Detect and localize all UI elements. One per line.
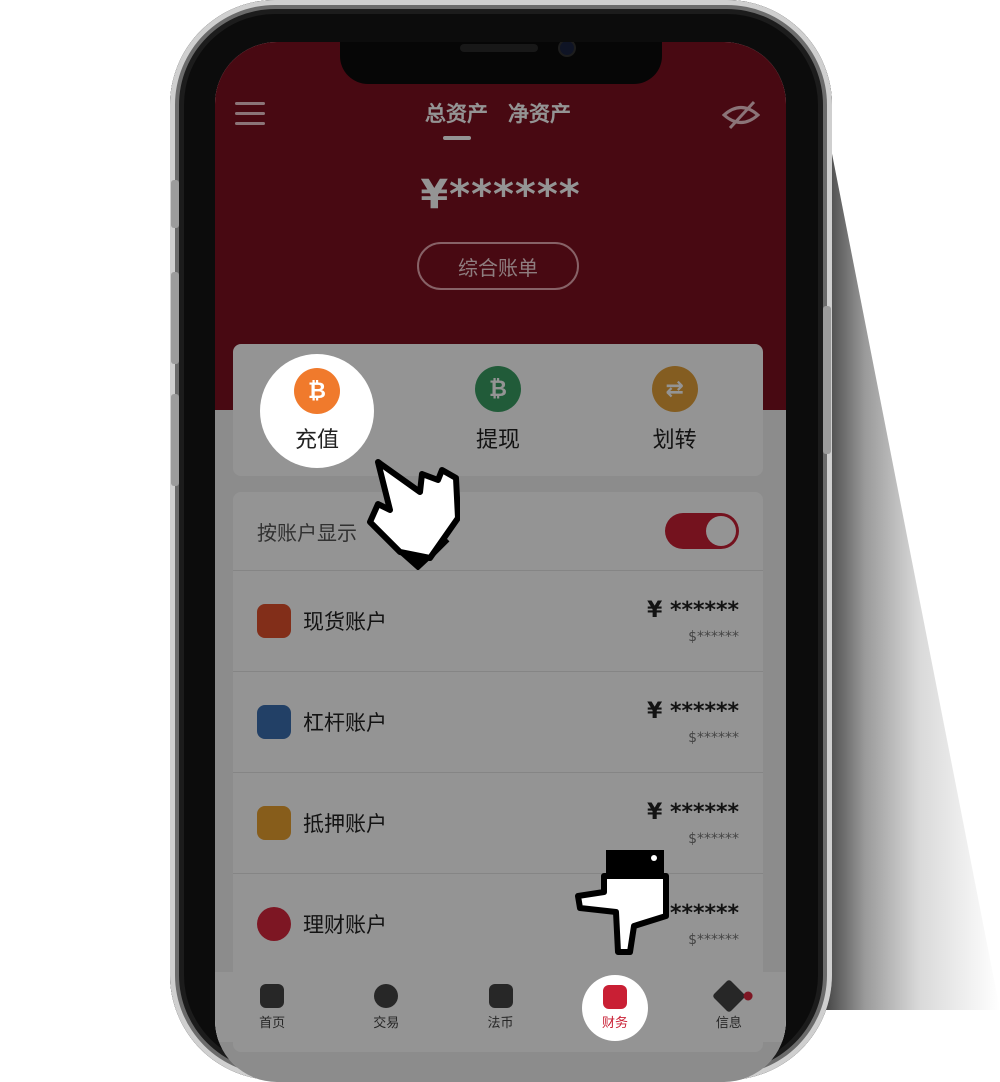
tab-label: 法币: [487, 1016, 514, 1031]
camera: [560, 42, 574, 55]
deposit-highlight[interactable]: ₿ 充值: [260, 354, 374, 468]
account-cny-value: ¥ ******: [647, 698, 739, 724]
tab-label: 交易: [373, 1016, 400, 1031]
app-screen: 总资产 净资产 ¥****** 综合账单 ₿ 充值 ₿ 提现 ⇄ 划转 按账户显…: [215, 42, 786, 1082]
phone-notch: [340, 42, 662, 84]
speaker: [460, 44, 538, 52]
phone-shadow: [820, 120, 1000, 1010]
list-item[interactable]: 理财账户 ¥ ****** $******: [233, 874, 763, 975]
account-name: 抵押账户: [303, 812, 387, 836]
list-item[interactable]: 现货账户 ¥ ****** $******: [233, 571, 763, 672]
combined-bill-button[interactable]: 综合账单: [417, 242, 579, 290]
list-item[interactable]: 抵押账户 ¥ ****** $******: [233, 773, 763, 874]
account-toggle-label: 按账户显示: [257, 520, 357, 545]
asset-tabs: 总资产 净资产: [425, 98, 571, 140]
account-toggle-switch[interactable]: [665, 513, 739, 549]
phone-side-button: [171, 272, 179, 364]
deposit-label: 充值: [294, 428, 339, 453]
piggy-bank-icon: [257, 907, 291, 941]
account-usd-value: $******: [688, 628, 739, 645]
tab-trade[interactable]: 交易: [329, 972, 443, 1042]
account-name: 现货账户: [303, 610, 387, 634]
account-usd-value: $******: [688, 729, 739, 746]
tab-total-assets[interactable]: 总资产: [425, 98, 488, 140]
finance-icon: [603, 985, 627, 1009]
account-name: 理财账户: [303, 913, 387, 937]
leverage-icon: [257, 705, 291, 739]
pointing-hand-icon: [575, 850, 669, 955]
tab-home[interactable]: 首页: [215, 972, 329, 1042]
pointing-hand-icon: [367, 459, 460, 570]
account-cny-value: ¥ ******: [647, 597, 739, 623]
bitcoin-withdraw-icon: ₿: [475, 366, 521, 412]
bitcoin-deposit-icon: ₿: [294, 368, 340, 414]
transfer-action[interactable]: ⇄ 划转: [586, 344, 763, 476]
withdraw-label: 提现: [476, 428, 521, 453]
transfer-icon: ⇄: [651, 366, 698, 412]
notification-badge: [741, 989, 755, 1003]
message-icon: [711, 979, 755, 1013]
tab-label: 首页: [259, 1016, 286, 1031]
total-balance: ¥******: [420, 172, 581, 218]
phone-side-button: [171, 394, 179, 486]
bottom-tab-bar: 首页 交易 法币 财务 信息: [215, 972, 786, 1042]
account-cny-value: ¥ ******: [647, 799, 739, 825]
tab-net-assets[interactable]: 净资产: [508, 98, 571, 128]
menu-icon[interactable]: [235, 102, 265, 126]
account-list: 按账户显示 现货账户 ¥ ****** $****** 杠杆账户 ¥ *****…: [233, 492, 763, 1052]
account-usd-value: $******: [688, 830, 739, 847]
phone-side-button: [823, 306, 831, 454]
eye-off-icon[interactable]: [722, 100, 760, 130]
fiat-icon: [488, 984, 513, 1008]
coin-stack-icon: [257, 604, 291, 638]
list-item[interactable]: 杠杆账户 ¥ ****** $******: [233, 672, 763, 773]
transfer-label: 划转: [652, 428, 697, 453]
tab-fiat[interactable]: 法币: [443, 972, 557, 1042]
account-toggle-row: 按账户显示: [233, 492, 763, 571]
trade-icon: [374, 984, 399, 1008]
home-icon: [260, 984, 285, 1008]
tab-label: 财务: [601, 1016, 628, 1031]
phone-side-button: [171, 180, 179, 228]
account-name: 杠杆账户: [303, 711, 387, 735]
tab-label: 信息: [715, 1016, 742, 1031]
tab-message[interactable]: 信息: [672, 972, 786, 1042]
finance-tab-highlight[interactable]: 财务: [582, 975, 648, 1041]
collateral-icon: [257, 806, 291, 840]
